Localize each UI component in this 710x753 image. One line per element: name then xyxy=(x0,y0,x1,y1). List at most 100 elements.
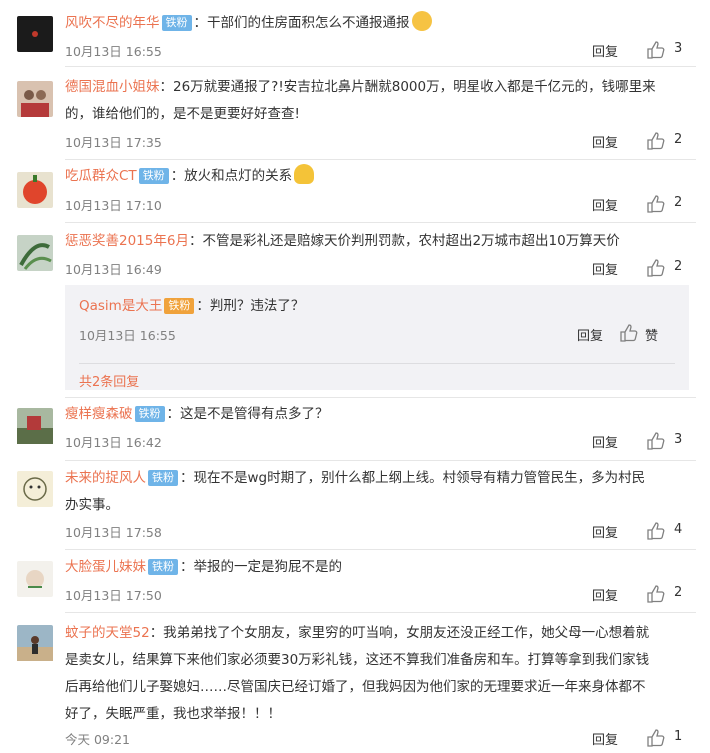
thumbs-up-icon xyxy=(647,195,665,213)
comment-body: ：放火和点灯的关系 xyxy=(170,168,293,184)
comment-body-line: 好了，失眠严重，我也求举报！！！ xyxy=(65,706,281,722)
timestamp: 10月13日 16:55 xyxy=(65,44,162,59)
avatar[interactable] xyxy=(17,81,53,117)
comment-body-line: ：我弟弟找了个女朋友，家里穷的叮当响，女朋友还没正经工作，她父母一心想着就 xyxy=(149,625,650,641)
sub-reply-meta: 10月13日 16:55 回复 赞 xyxy=(79,323,671,344)
fan-badge[interactable]: 铁粉 xyxy=(134,406,165,422)
avatar[interactable] xyxy=(17,471,53,507)
reply-button[interactable]: 回复 xyxy=(592,259,618,278)
like-button[interactable]: 1 xyxy=(646,728,696,748)
more-replies-link[interactable]: 共2条回复 xyxy=(79,371,139,390)
username-link[interactable]: 德国混血小姐妹 xyxy=(65,79,160,95)
comment-text: 瘦样瘦森破 铁粉 ：这是不是管得有点多了？ xyxy=(65,401,696,428)
username-link[interactable]: Qasim是大王 xyxy=(79,298,162,314)
avatar[interactable] xyxy=(17,172,53,208)
comment-text: 惩恶奖善2015年6月：不管是彩礼还是赔嫁天价判刑罚款，农村超出2万城市超出10… xyxy=(65,228,696,255)
avatar[interactable] xyxy=(17,235,53,271)
avatar[interactable] xyxy=(17,408,53,444)
avatar[interactable] xyxy=(17,16,53,52)
timestamp: 今天 09:21 xyxy=(65,732,130,747)
timestamp: 10月13日 16:55 xyxy=(79,328,176,343)
comment-body-line: 办实事。 xyxy=(65,497,119,513)
comment-item: 瘦样瘦森破 铁粉 ：这是不是管得有点多了？ 10月13日 16:42 回复 3 xyxy=(0,398,710,460)
thumbs-up-icon xyxy=(647,585,665,603)
username-link[interactable]: 瘦样瘦森破 xyxy=(65,406,133,422)
comment-meta: 10月13日 17:10 回复 2 xyxy=(65,192,696,214)
username-link[interactable]: 惩恶奖善2015年6月 xyxy=(65,233,189,249)
like-label: 赞 xyxy=(645,329,659,344)
reply-button[interactable]: 回复 xyxy=(592,41,618,60)
timestamp: 10月13日 16:49 xyxy=(65,262,162,277)
reply-button[interactable]: 回复 xyxy=(592,132,618,151)
like-count: 4 xyxy=(674,522,683,537)
reply-button[interactable]: 回复 xyxy=(592,585,618,604)
comment-item: 德国混血小姐妹：26万就要通报了?!安吉拉北鼻片酬就8000万，明星收入都是千亿… xyxy=(0,67,710,159)
fan-badge[interactable]: 铁粉 xyxy=(148,559,178,575)
comment-body: ：干部们的住房面积怎么不通报通报 xyxy=(193,15,410,31)
comment-text: 德国混血小姐妹：26万就要通报了?!安吉拉北鼻片酬就8000万，明星收入都是千亿… xyxy=(65,74,696,128)
comment-meta: 10月13日 16:55 回复 3 xyxy=(65,38,696,60)
timestamp: 10月13日 17:58 xyxy=(65,525,162,540)
comment-body-line: 后再给他们儿子娶媳妇……尽管国庆已经订婚了，但我妈因为他们家的无理要求近一年来身… xyxy=(65,679,646,695)
like-button[interactable]: 4 xyxy=(646,521,696,541)
comment-body: ：这是不是管得有点多了？ xyxy=(166,406,329,422)
username-link[interactable]: 大脸蛋儿妹妹 xyxy=(65,559,146,575)
like-button[interactable]: 3 xyxy=(646,431,696,451)
thumbs-up-icon xyxy=(620,324,638,342)
comment-text: 吃瓜群众CT 铁粉 ：放火和点灯的关系 xyxy=(65,163,696,190)
username-link[interactable]: 风吹不尽的年华 xyxy=(65,15,160,31)
sub-reply-text: Qasim是大王 铁粉 ：判刑？违法了？ xyxy=(79,295,304,317)
sub-reply-box: Qasim是大王 铁粉 ：判刑？违法了？ 10月13日 16:55 回复 赞 共2条… xyxy=(65,285,689,390)
like-button[interactable]: 2 xyxy=(646,584,696,604)
like-button[interactable]: 2 xyxy=(646,258,696,278)
fan-badge[interactable]: 铁粉 xyxy=(138,168,169,184)
thumbs-up-icon xyxy=(647,132,665,150)
comment-text: 大脸蛋儿妹妹 铁粉 ：举报的一定是狗屁不是的 xyxy=(65,554,696,581)
reply-button[interactable]: 回复 xyxy=(577,325,603,344)
like-count: 3 xyxy=(674,41,683,56)
comment-list: 风吹不尽的年华 铁粉 ：干部们的住房面积怎么不通报通报 10月13日 16:55 回… xyxy=(0,0,710,753)
comment-item: 风吹不尽的年华 铁粉 ：干部们的住房面积怎么不通报通报 10月13日 16:55 回… xyxy=(0,0,710,65)
comment-item: 吃瓜群众CT 铁粉 ：放火和点灯的关系 10月13日 17:10 回复 2 xyxy=(0,160,710,222)
comment-body-line: ：现在不是wg时期了，别什么都上纲上线。村领导有精力管管民生，多为村民 xyxy=(180,470,646,486)
comment-body-line: ：26万就要通报了?!安吉拉北鼻片酬就8000万，明星收入都是千亿元的，钱哪里来 xyxy=(159,79,656,95)
avatar[interactable] xyxy=(17,561,53,597)
like-count: 2 xyxy=(674,195,683,210)
like-button[interactable]: 2 xyxy=(646,194,696,214)
like-count: 3 xyxy=(674,432,683,447)
comment-text: 蚊子的天堂52：我弟弟找了个女朋友，家里穷的叮当响，女朋友还没正经工作，她父母一… xyxy=(65,620,696,728)
thumbs-up-icon xyxy=(647,432,665,450)
fan-badge[interactable]: 铁粉 xyxy=(148,470,178,486)
comment-item: 大脸蛋儿妹妹 铁粉 ：举报的一定是狗屁不是的 10月13日 17:50 回复 2 xyxy=(0,550,710,612)
like-count: 2 xyxy=(674,132,683,147)
divider xyxy=(79,363,675,364)
comment-item: 惩恶奖善2015年6月：不管是彩礼还是赔嫁天价判刑罚款，农村超出2万城市超出10… xyxy=(0,223,710,397)
thumbs-up-icon xyxy=(647,259,665,277)
username-link[interactable]: 蚊子的天堂52 xyxy=(65,625,150,641)
avatar[interactable] xyxy=(17,625,53,661)
reply-button[interactable]: 回复 xyxy=(592,729,618,748)
comment-text: 未来的捉风人 铁粉 ：现在不是wg时期了，别什么都上纲上线。村领导有精力管管民生，多… xyxy=(65,465,696,519)
like-button[interactable]: 2 xyxy=(646,131,696,151)
comment-meta: 今天 09:21 回复 1 xyxy=(65,726,696,748)
comment-meta: 10月13日 17:35 回复 2 xyxy=(65,129,696,151)
reply-button[interactable]: 回复 xyxy=(592,195,618,214)
comment-meta: 10月13日 17:50 回复 2 xyxy=(65,582,696,604)
timestamp: 10月13日 17:50 xyxy=(65,588,162,603)
like-button[interactable]: 3 xyxy=(646,40,696,60)
comment-body: ：举报的一定是狗屁不是的 xyxy=(180,559,342,575)
like-count: 1 xyxy=(674,729,683,744)
reply-button[interactable]: 回复 xyxy=(592,522,618,541)
fan-badge[interactable]: 铁粉 xyxy=(161,15,192,31)
username-link[interactable]: 未来的捉风人 xyxy=(65,470,146,486)
sub-reply-body: ：判刑？违法了？ xyxy=(196,298,305,314)
reply-button[interactable]: 回复 xyxy=(592,432,618,451)
fan-badge[interactable]: 铁粉 xyxy=(164,298,195,314)
comment-item: 蚊子的天堂52：我弟弟找了个女朋友，家里穷的叮当响，女朋友还没正经工作，她父母一… xyxy=(0,613,710,753)
comment-meta: 10月13日 16:42 回复 3 xyxy=(65,429,696,451)
username-link[interactable]: 吃瓜群众CT xyxy=(65,168,137,184)
comment-text: 风吹不尽的年华 铁粉 ：干部们的住房面积怎么不通报通报 xyxy=(65,10,696,37)
like-button[interactable]: 赞 xyxy=(619,323,671,344)
thumbs-up-icon xyxy=(647,41,665,59)
thumbs-up-icon xyxy=(647,522,665,540)
